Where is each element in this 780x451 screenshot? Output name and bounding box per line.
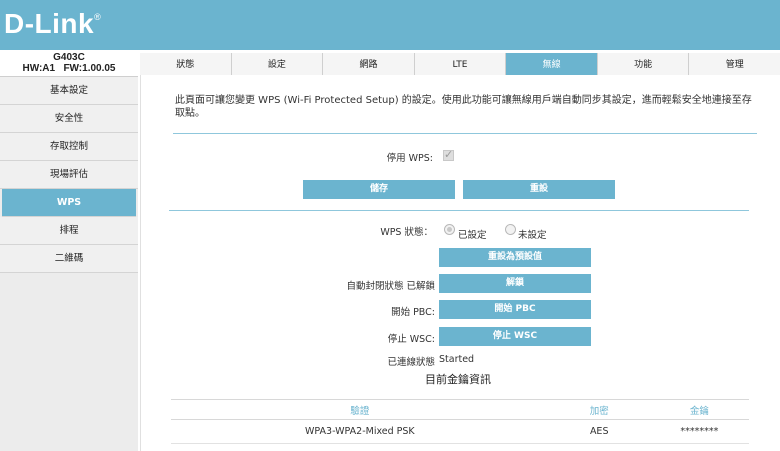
status-unconfigured-radio[interactable] <box>505 224 516 235</box>
status-unconfigured-label: 未設定 <box>518 230 547 241</box>
tab-status[interactable]: 狀態 <box>140 53 232 75</box>
wps-status-label: WPS 狀態： <box>380 227 433 238</box>
dlink-logo: D-Link® <box>4 8 102 39</box>
start-pbc-label: 開始 PBC: <box>391 307 435 318</box>
reset-button[interactable]: 重設 <box>463 180 615 199</box>
table-header-key: 金鑰 <box>649 399 749 420</box>
tab-wireless[interactable]: 無線 <box>506 53 598 75</box>
divider <box>169 210 749 211</box>
start-pbc-button[interactable]: 開始 PBC <box>439 300 591 319</box>
table-header-encryption: 加密 <box>548 399 650 420</box>
reset-to-default-button[interactable]: 重設為預設值 <box>439 248 591 267</box>
auth-cell: WPA3-WPA2-Mixed PSK <box>171 419 549 444</box>
connection-status-label: 已連線狀態 <box>387 357 435 368</box>
table-row: WPA3-WPA2-Mixed PSK AES ******** <box>171 419 749 444</box>
tab-setup[interactable]: 設定 <box>231 53 324 75</box>
auto-lock-status-label: 自動封閉狀態 已解鎖 <box>346 281 435 292</box>
key-info-table: 驗證 加密 金鑰 WPA3-WPA2-Mixed PSK AES *******… <box>171 399 749 444</box>
tab-network[interactable]: 網路 <box>323 53 415 75</box>
unlock-button[interactable]: 解鎖 <box>439 274 591 293</box>
key-info-heading: 目前金鑰資訊 <box>425 373 491 386</box>
top-header: D-Link® <box>0 0 780 50</box>
sidebar-item-schedule[interactable]: 排程 <box>0 217 138 245</box>
stop-wsc-button[interactable]: 停止 WSC <box>439 327 591 346</box>
enable-wps-label: 停用 WPS: <box>386 153 433 164</box>
device-versions: HW:A1 FW:1.00.05 <box>22 63 116 74</box>
connection-status-value: Started <box>439 354 475 365</box>
sidebar-item-access-control[interactable]: 存取控制 <box>0 133 138 161</box>
tab-management[interactable]: 管理 <box>689 53 780 75</box>
top-tabs: 狀態 設定 網路 LTE 無線 功能 管理 <box>140 53 780 75</box>
sidebar: 基本設定 安全性 存取控制 現場評估 WPS 排程 二維碼 <box>0 77 138 451</box>
page-description: 此頁面可讓您變更 WPS (Wi-Fi Protected Setup) 的設定… <box>175 95 752 119</box>
save-button[interactable]: 儲存 <box>303 180 455 199</box>
key-cell: ******** <box>649 419 749 444</box>
sidebar-item-site-survey[interactable]: 現場評估 <box>0 161 138 189</box>
table-header-auth: 驗證 <box>171 399 549 420</box>
device-model: G403C <box>53 52 85 63</box>
device-info: G403C HW:A1 FW:1.00.05 <box>0 50 138 77</box>
encryption-cell: AES <box>548 419 650 444</box>
tab-lte[interactable]: LTE <box>414 53 507 75</box>
sidebar-item-wps[interactable]: WPS <box>2 189 136 217</box>
sidebar-item-security[interactable]: 安全性 <box>0 105 138 133</box>
sidebar-item-qr-code[interactable]: 二維碼 <box>0 245 138 273</box>
disable-wps-checkbox[interactable] <box>443 148 454 161</box>
tab-features[interactable]: 功能 <box>597 53 690 75</box>
status-configured-label: 已設定 <box>458 230 487 241</box>
divider <box>173 133 757 134</box>
main-content: 此頁面可讓您變更 WPS (Wi-Fi Protected Setup) 的設定… <box>140 75 780 451</box>
status-configured-radio[interactable] <box>444 224 455 235</box>
stop-wsc-label: 停止 WSC: <box>387 334 435 345</box>
sidebar-item-basic-settings[interactable]: 基本設定 <box>0 77 138 105</box>
